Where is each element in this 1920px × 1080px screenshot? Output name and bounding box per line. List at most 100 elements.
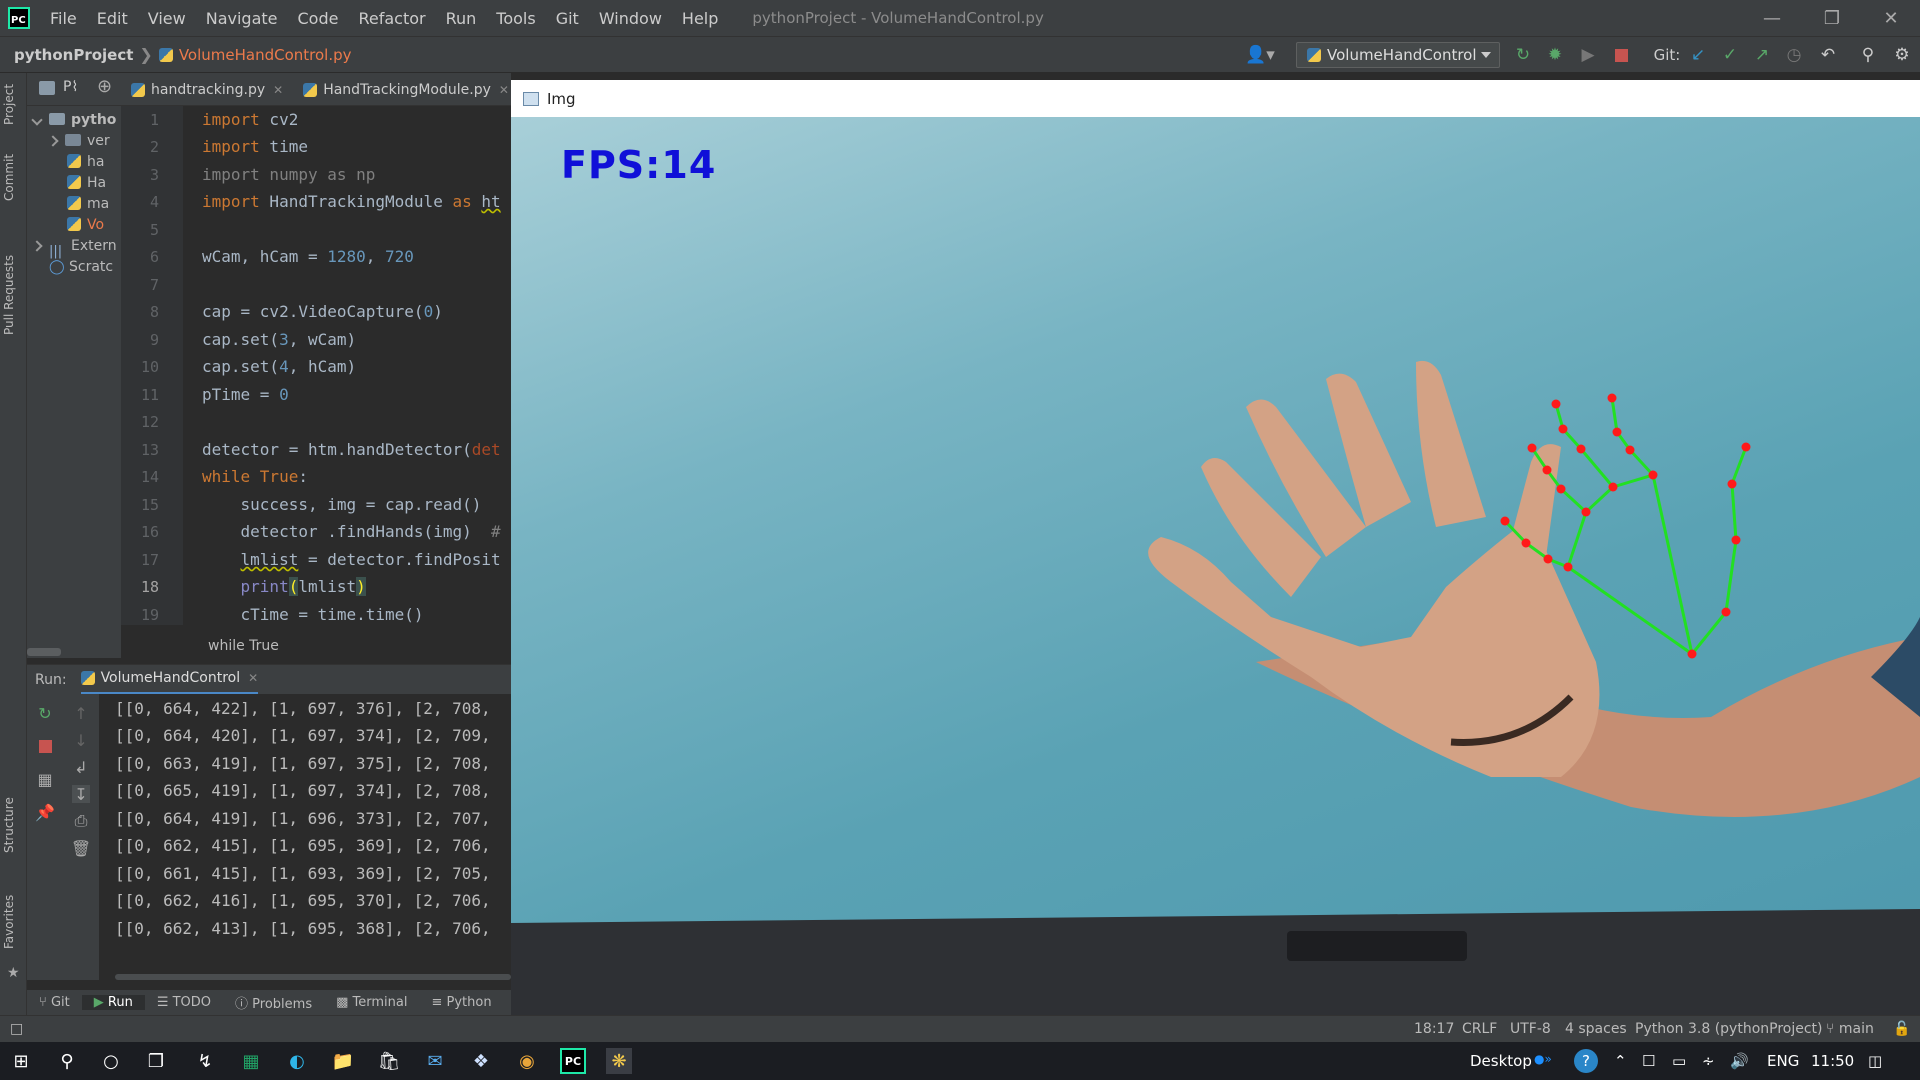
tool-tab-problems[interactable]: ⓘ Problems	[223, 993, 324, 1012]
meet-now-icon[interactable]: ☐	[1642, 1052, 1655, 1070]
menu-git[interactable]: Git	[546, 0, 589, 37]
arrow-up-icon[interactable]: ↑	[72, 704, 90, 723]
menu-run[interactable]: Run	[436, 0, 487, 37]
tool-window-pull-requests[interactable]: Pull Requests	[2, 255, 16, 335]
menu-refactor[interactable]: Refactor	[348, 0, 435, 37]
editor-breadcrumb-bar	[121, 625, 511, 655]
coverage-icon[interactable]: ▶	[1578, 45, 1598, 65]
volume-icon[interactable]: 🔊	[1730, 1052, 1749, 1070]
cortana-icon[interactable]: ○	[98, 1048, 124, 1074]
locate-file-icon[interactable]: ⊕	[97, 76, 112, 97]
notification-icon[interactable]: ◫	[1868, 1052, 1882, 1070]
python-taskbar-icon[interactable]: ❋	[606, 1048, 632, 1074]
rerun-icon[interactable]: ↻	[1513, 45, 1533, 65]
line-separator[interactable]: CRLF	[1462, 1021, 1497, 1037]
python-interpreter[interactable]: Python 3.8 (pythonProject)	[1635, 1021, 1823, 1037]
print-icon[interactable]: ⎙	[72, 811, 90, 830]
user-icon[interactable]: 👤▾	[1242, 45, 1278, 65]
task-view-icon[interactable]: ❐	[143, 1048, 169, 1074]
trash-icon[interactable]: 🗑	[71, 839, 91, 858]
arrow-down-icon[interactable]: ↓	[72, 731, 90, 750]
project-view-icon[interactable]	[39, 81, 55, 95]
menu-edit[interactable]: Edit	[87, 0, 138, 37]
menu-code[interactable]: Code	[288, 0, 349, 37]
soft-wrap-icon[interactable]: ↲	[72, 758, 90, 777]
pycharm-taskbar-icon[interactable]: PC	[560, 1048, 586, 1074]
menu-navigate[interactable]: Navigate	[196, 0, 288, 37]
tool-window-project[interactable]: Project	[2, 84, 16, 125]
onedrive-icon[interactable]: ●»	[1534, 1052, 1552, 1066]
run-config-dropdown[interactable]: VolumeHandControl	[1296, 42, 1500, 68]
stop-icon[interactable]	[1611, 45, 1631, 65]
file-explorer-icon[interactable]: 📁	[330, 1048, 356, 1074]
tool-tab-python-console[interactable]: ≡ Python	[419, 995, 503, 1010]
power-automate-icon[interactable]: ↯	[192, 1048, 218, 1074]
horizontal-scrollbar[interactable]	[27, 648, 61, 656]
menu-window[interactable]: Window	[589, 0, 672, 37]
menu-tools[interactable]: Tools	[486, 0, 545, 37]
tab-handtracking[interactable]: handtracking.py ✕	[121, 73, 293, 106]
language-indicator[interactable]: ENG	[1767, 1052, 1799, 1070]
chrome-icon[interactable]: ◉	[514, 1048, 540, 1074]
tab-handtrackingmodule[interactable]: HandTrackingModule.py ✕	[293, 73, 519, 106]
minimize-icon[interactable]: —	[1745, 0, 1799, 37]
desktop-toolbar[interactable]: Desktop	[1470, 1052, 1532, 1070]
tool-tab-git[interactable]: ⑂ Git	[27, 995, 82, 1010]
close-icon[interactable]: ✕	[1864, 0, 1918, 37]
mail-icon[interactable]: ✉	[422, 1048, 448, 1074]
wifi-icon[interactable]: ∻	[1702, 1052, 1715, 1070]
restore-icon[interactable]: ❐	[1805, 0, 1859, 37]
console-scrollbar[interactable]	[115, 974, 511, 980]
git-branch[interactable]: ⑂ main	[1826, 1021, 1874, 1037]
excel-icon[interactable]: ▦	[238, 1048, 264, 1074]
search-icon[interactable]: ⚲	[54, 1048, 80, 1074]
search-icon[interactable]: ⚲	[1858, 45, 1878, 65]
chevron-up-icon[interactable]: ⌃	[1614, 1052, 1627, 1070]
run-tab-volumehandcontrol[interactable]: VolumeHandControl ✕	[80, 665, 259, 695]
tool-tab-todo[interactable]: ☰ TODO	[145, 995, 223, 1010]
close-tab-icon[interactable]: ✕	[273, 83, 283, 97]
git-push-icon[interactable]: ↗	[1752, 45, 1772, 65]
file-encoding[interactable]: UTF-8	[1510, 1021, 1551, 1037]
rollback-icon[interactable]: ↶	[1818, 45, 1838, 65]
menu-help[interactable]: Help	[672, 0, 728, 37]
breadcrumb-project[interactable]: pythonProject	[14, 46, 133, 64]
windows-start-icon[interactable]: ⊞	[8, 1048, 34, 1074]
caret-position[interactable]: 18:17	[1414, 1021, 1454, 1037]
git-update-icon[interactable]: ↙	[1688, 45, 1708, 65]
lock-icon[interactable]: 🔓	[1893, 1021, 1910, 1037]
settings-gear-icon[interactable]: ⚙	[1892, 45, 1912, 65]
menu-file[interactable]: File	[40, 0, 87, 37]
tool-tab-terminal[interactable]: ▩ Terminal	[324, 995, 419, 1010]
tool-window-structure[interactable]: Structure	[2, 797, 16, 853]
rerun-icon[interactable]: ↻	[36, 704, 54, 723]
img-window[interactable]: Img FPS:14	[511, 80, 1920, 1015]
tool-tab-run[interactable]: ▶ Run	[81, 995, 145, 1010]
git-commit-icon[interactable]: ✓	[1720, 45, 1740, 65]
scroll-to-end-icon[interactable]: ↧	[72, 785, 90, 804]
run-console[interactable]: [[0, 664, 422], [1, 697, 376], [2, 708, …	[27, 694, 511, 980]
layout-icon[interactable]: ▦	[36, 770, 54, 789]
debug-icon[interactable]: ✹	[1545, 45, 1565, 65]
help-icon[interactable]: ?	[1574, 1049, 1598, 1073]
project-view-selector[interactable]: P⌇	[63, 79, 78, 95]
store-icon[interactable]: 🛍	[376, 1048, 402, 1074]
breadcrumb-file[interactable]: VolumeHandControl.py	[179, 46, 352, 64]
close-tab-icon[interactable]: ✕	[248, 671, 258, 685]
clock[interactable]: 11:50	[1811, 1052, 1854, 1070]
tool-window-favorites[interactable]: Favorites	[2, 895, 16, 949]
edge-browser-icon[interactable]: ◐	[284, 1048, 310, 1074]
code-editor[interactable]: import cv2 import time import numpy as n…	[183, 106, 511, 625]
pin-icon[interactable]: 📌	[35, 803, 55, 822]
dropbox-icon[interactable]: ❖	[468, 1048, 494, 1074]
stop-icon[interactable]	[36, 737, 54, 755]
code-structure-breadcrumb[interactable]: while True	[208, 638, 279, 654]
git-history-icon[interactable]: ◷	[1784, 45, 1804, 65]
close-tab-icon[interactable]: ✕	[499, 83, 509, 97]
battery-icon[interactable]: ▭	[1672, 1052, 1686, 1070]
tool-window-commit[interactable]: Commit	[2, 154, 16, 201]
toggle-tool-windows-icon[interactable]: □	[10, 1021, 23, 1037]
menu-view[interactable]: View	[138, 0, 196, 37]
indent-setting[interactable]: 4 spaces	[1565, 1021, 1627, 1037]
tree-item-scratches[interactable]: ◯ Scratc	[49, 255, 113, 279]
